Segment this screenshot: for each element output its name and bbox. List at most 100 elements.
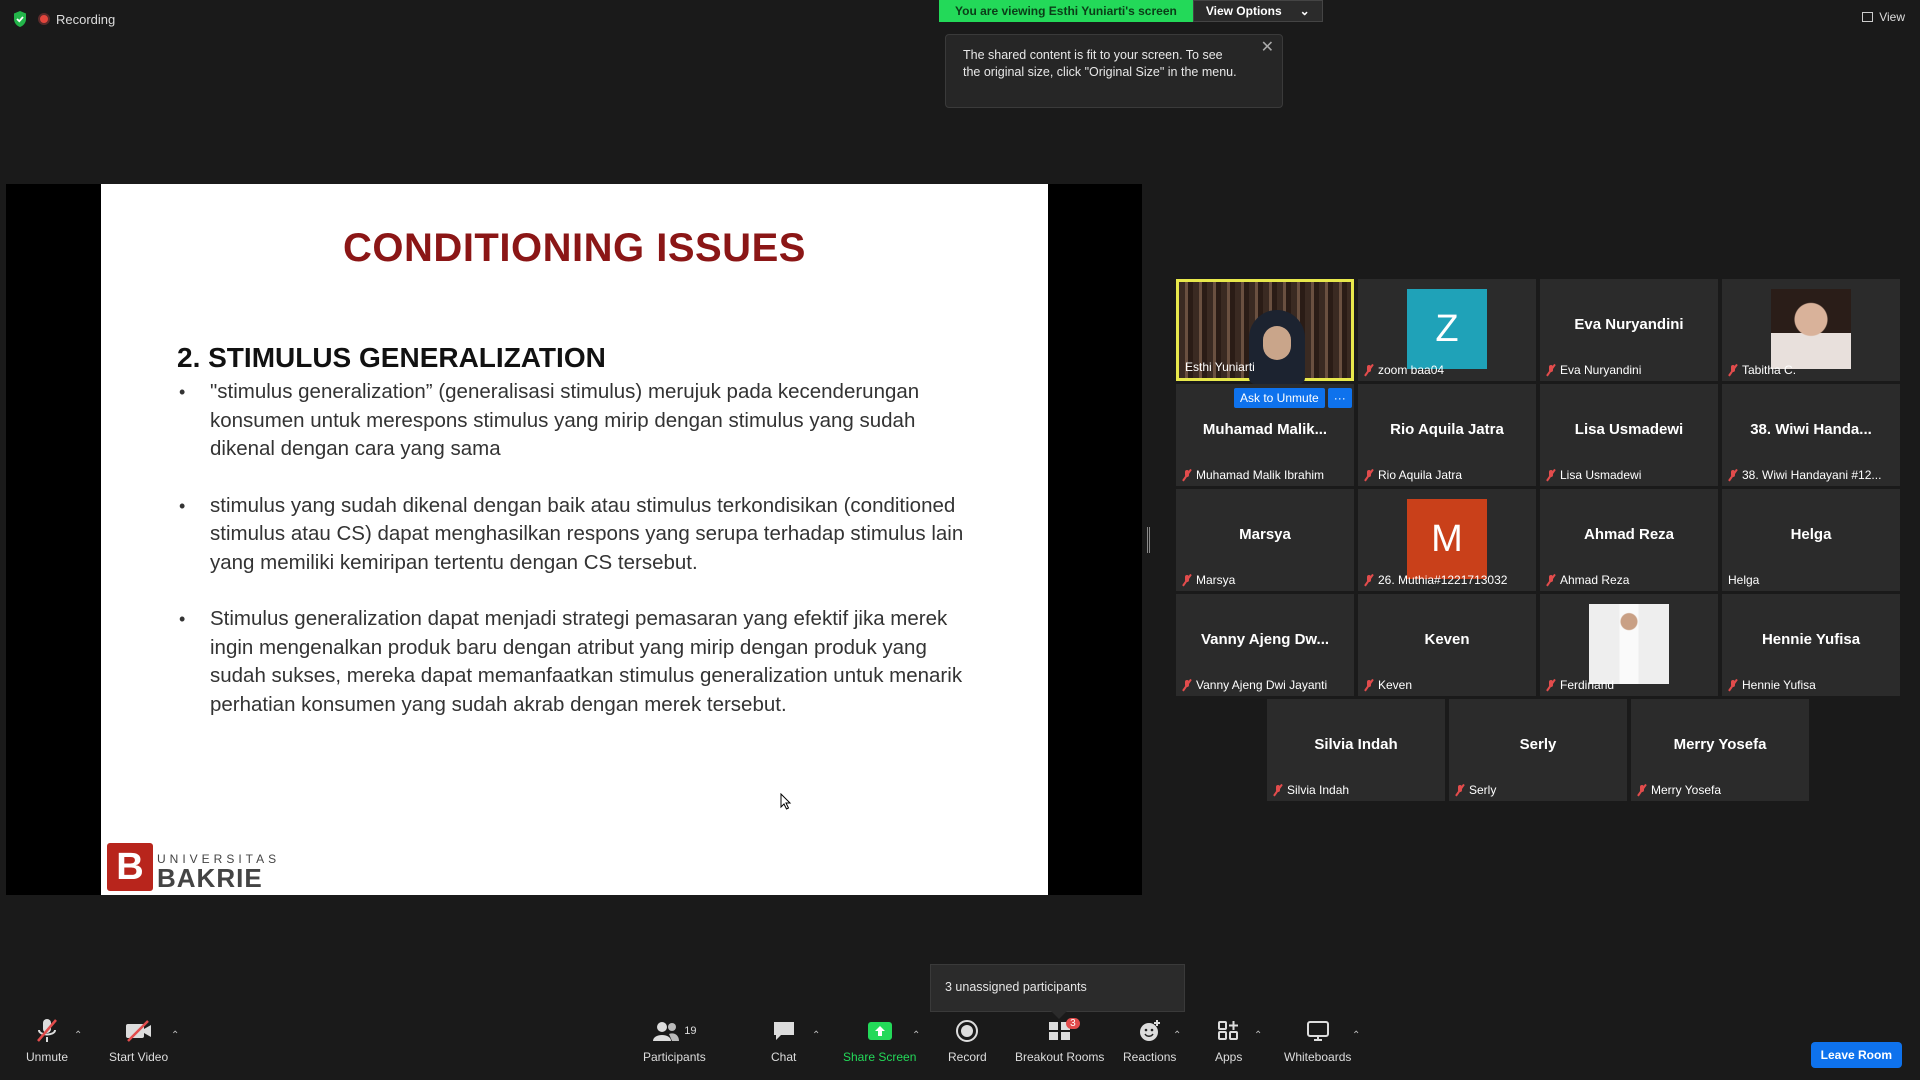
participant-name: Eva Nuryandini: [1560, 363, 1642, 377]
participant-tile[interactable]: Helga Helga: [1722, 489, 1900, 591]
participant-tile[interactable]: Ahmad Reza Ahmad Reza: [1540, 489, 1718, 591]
record-dot-icon: [38, 13, 50, 25]
breakout-rooms-label: Breakout Rooms: [1015, 1050, 1105, 1064]
resize-handle[interactable]: [1147, 527, 1150, 553]
participant-tile[interactable]: Lisa Usmadewi Lisa Usmadewi: [1540, 384, 1718, 486]
view-label: View: [1879, 10, 1905, 24]
reactions-button[interactable]: Reactions: [1123, 1016, 1176, 1064]
whiteboard-icon: [1306, 1021, 1329, 1041]
status-bar: Recording: [12, 10, 115, 28]
participant-label: Rio Aquila Jatra: [1364, 468, 1462, 482]
participant-label: Ahmad Reza: [1546, 573, 1629, 587]
participant-tile[interactable]: Zzoom baa04: [1358, 279, 1536, 381]
start-video-button[interactable]: Start Video: [109, 1016, 168, 1064]
whiteboards-button[interactable]: Whiteboards: [1284, 1016, 1351, 1064]
apps-caret-icon[interactable]: ⌃: [1254, 1030, 1262, 1041]
whiteboards-caret-icon[interactable]: ⌃: [1352, 1030, 1360, 1041]
ask-to-unmute-button[interactable]: Ask to Unmute: [1234, 388, 1325, 408]
participant-name: 38. Wiwi Handayani #12...: [1742, 468, 1882, 482]
audio-options-caret-icon[interactable]: ⌃: [74, 1030, 82, 1041]
participant-tile[interactable]: Serly Serly: [1449, 699, 1627, 801]
breakout-rooms-button[interactable]: 3 Breakout Rooms: [1015, 1016, 1104, 1064]
share-screen-button[interactable]: Share Screen: [843, 1016, 916, 1064]
participant-display-name: Merry Yosefa: [1673, 736, 1767, 753]
share-screen-icon: [867, 1022, 892, 1040]
participant-label: Lisa Usmadewi: [1546, 468, 1641, 482]
chat-icon: [773, 1022, 794, 1040]
mic-muted-icon: [37, 1019, 57, 1042]
mic-muted-icon: [1364, 469, 1374, 481]
avatar: Z: [1407, 289, 1487, 369]
shared-screen[interactable]: CONDITIONING ISSUES 2. STIMULUS GENERALI…: [6, 184, 1142, 895]
recording-indicator[interactable]: Recording: [38, 12, 115, 27]
participant-tile[interactable]: Keven Keven: [1358, 594, 1536, 696]
record-button[interactable]: Record: [948, 1016, 987, 1064]
record-label: Record: [948, 1050, 987, 1064]
participant-tile[interactable]: Tabitha C.: [1722, 279, 1900, 381]
participant-label: Merry Yosefa: [1637, 783, 1721, 797]
unmute-label: Unmute: [26, 1050, 69, 1064]
chat-options-caret-icon[interactable]: ⌃: [812, 1030, 820, 1041]
apps-button[interactable]: Apps: [1215, 1016, 1242, 1064]
participant-tile[interactable]: Rio Aquila Jatra Rio Aquila Jatra: [1358, 384, 1536, 486]
participant-name: Silvia Indah: [1287, 783, 1350, 797]
mic-muted-icon: [1546, 469, 1556, 481]
participant-tile[interactable]: M 26. Muthia#1221713032: [1358, 489, 1536, 591]
participant-tile[interactable]: Merry Yosefa Merry Yosefa: [1631, 699, 1809, 801]
participant-label: 26. Muthia#1221713032: [1364, 573, 1507, 587]
mic-muted-icon: [1728, 364, 1738, 376]
reactions-caret-icon[interactable]: ⌃: [1173, 1030, 1181, 1041]
participant-display-name: Silvia Indah: [1314, 736, 1398, 753]
mic-muted-icon: [1637, 784, 1647, 796]
logo-line-2: BAKRIE: [157, 863, 263, 893]
participants-icon: [653, 1022, 680, 1041]
participant-tile[interactable]: Hennie Yufisa Hennie Yufisa: [1722, 594, 1900, 696]
participant-label: zoom baa04: [1364, 363, 1444, 377]
participant-name: 26. Muthia#1221713032: [1378, 573, 1508, 587]
participant-name: Muhamad Malik Ibrahim: [1196, 468, 1325, 482]
participant-label: Serly: [1455, 783, 1496, 797]
mic-muted-icon: [1546, 364, 1556, 376]
participant-tile[interactable]: Ferdinand: [1540, 594, 1718, 696]
participant-label: Ferdinand: [1546, 678, 1614, 692]
chat-button[interactable]: Chat: [771, 1016, 796, 1064]
participants-button[interactable]: 19 Participants: [643, 1016, 706, 1064]
video-options-caret-icon[interactable]: ⌃: [171, 1030, 179, 1041]
participant-label: Esthi Yuniarti: [1185, 360, 1255, 374]
fit-screen-tooltip: The shared content is fit to your screen…: [945, 34, 1283, 108]
unmute-button[interactable]: Unmute: [26, 1016, 68, 1064]
logo-mark: B: [107, 843, 153, 891]
share-options-caret-icon[interactable]: ⌃: [912, 1030, 920, 1041]
participant-display-name: Muhamad Malik...: [1202, 421, 1328, 438]
participants-count: 19: [684, 1025, 697, 1037]
participant-label: Vanny Ajeng Dwi Jayanti: [1182, 678, 1327, 692]
participant-display-name: Vanny Ajeng Dw...: [1200, 631, 1330, 648]
whiteboards-label: Whiteboards: [1284, 1050, 1352, 1064]
view-options-button[interactable]: View Options ⌄: [1192, 0, 1323, 22]
mic-muted-icon: [1364, 679, 1374, 691]
participant-label: 38. Wiwi Handayani #12...: [1728, 468, 1881, 482]
participant-name: Esthi Yuniarti: [1185, 360, 1255, 374]
participant-tile[interactable]: Marsya Marsya: [1176, 489, 1354, 591]
participant-name: Keven: [1378, 678, 1413, 692]
participant-name: Serly: [1469, 783, 1497, 797]
mic-muted-icon: [1728, 469, 1738, 481]
participant-tile[interactable]: 38. Wiwi Handa... 38. Wiwi Handayani #12.…: [1722, 384, 1900, 486]
presentation-slide: CONDITIONING ISSUES 2. STIMULUS GENERALI…: [101, 184, 1048, 895]
participant-tile[interactable]: Esthi Yuniarti: [1176, 279, 1354, 384]
participant-tile[interactable]: Eva Nuryandini Eva Nuryandini: [1540, 279, 1718, 381]
leave-room-button[interactable]: Leave Room: [1810, 1042, 1902, 1068]
chevron-down-icon: ⌄: [1299, 4, 1310, 18]
participant-tile[interactable]: Vanny Ajeng Dw... Vanny Ajeng Dwi Jayanti: [1176, 594, 1354, 696]
view-button[interactable]: View: [1862, 10, 1905, 24]
participant-label: Helga: [1728, 573, 1759, 587]
participant-display-name: Keven: [1424, 631, 1470, 648]
participant-label: Hennie Yufisa: [1728, 678, 1816, 692]
recording-label: Recording: [56, 11, 116, 27]
bullet-list: • "stimulus generalization” (generalisasi…: [179, 378, 979, 747]
bullet-text: Stimulus generalization dapat menjadi st…: [210, 607, 963, 716]
more-options-button[interactable]: ···: [1327, 388, 1352, 408]
participant-tile[interactable]: Silvia Indah Silvia Indah: [1267, 699, 1445, 801]
close-icon[interactable]: ✕: [1261, 39, 1274, 56]
participant-display-name: Marsya: [1239, 526, 1291, 543]
